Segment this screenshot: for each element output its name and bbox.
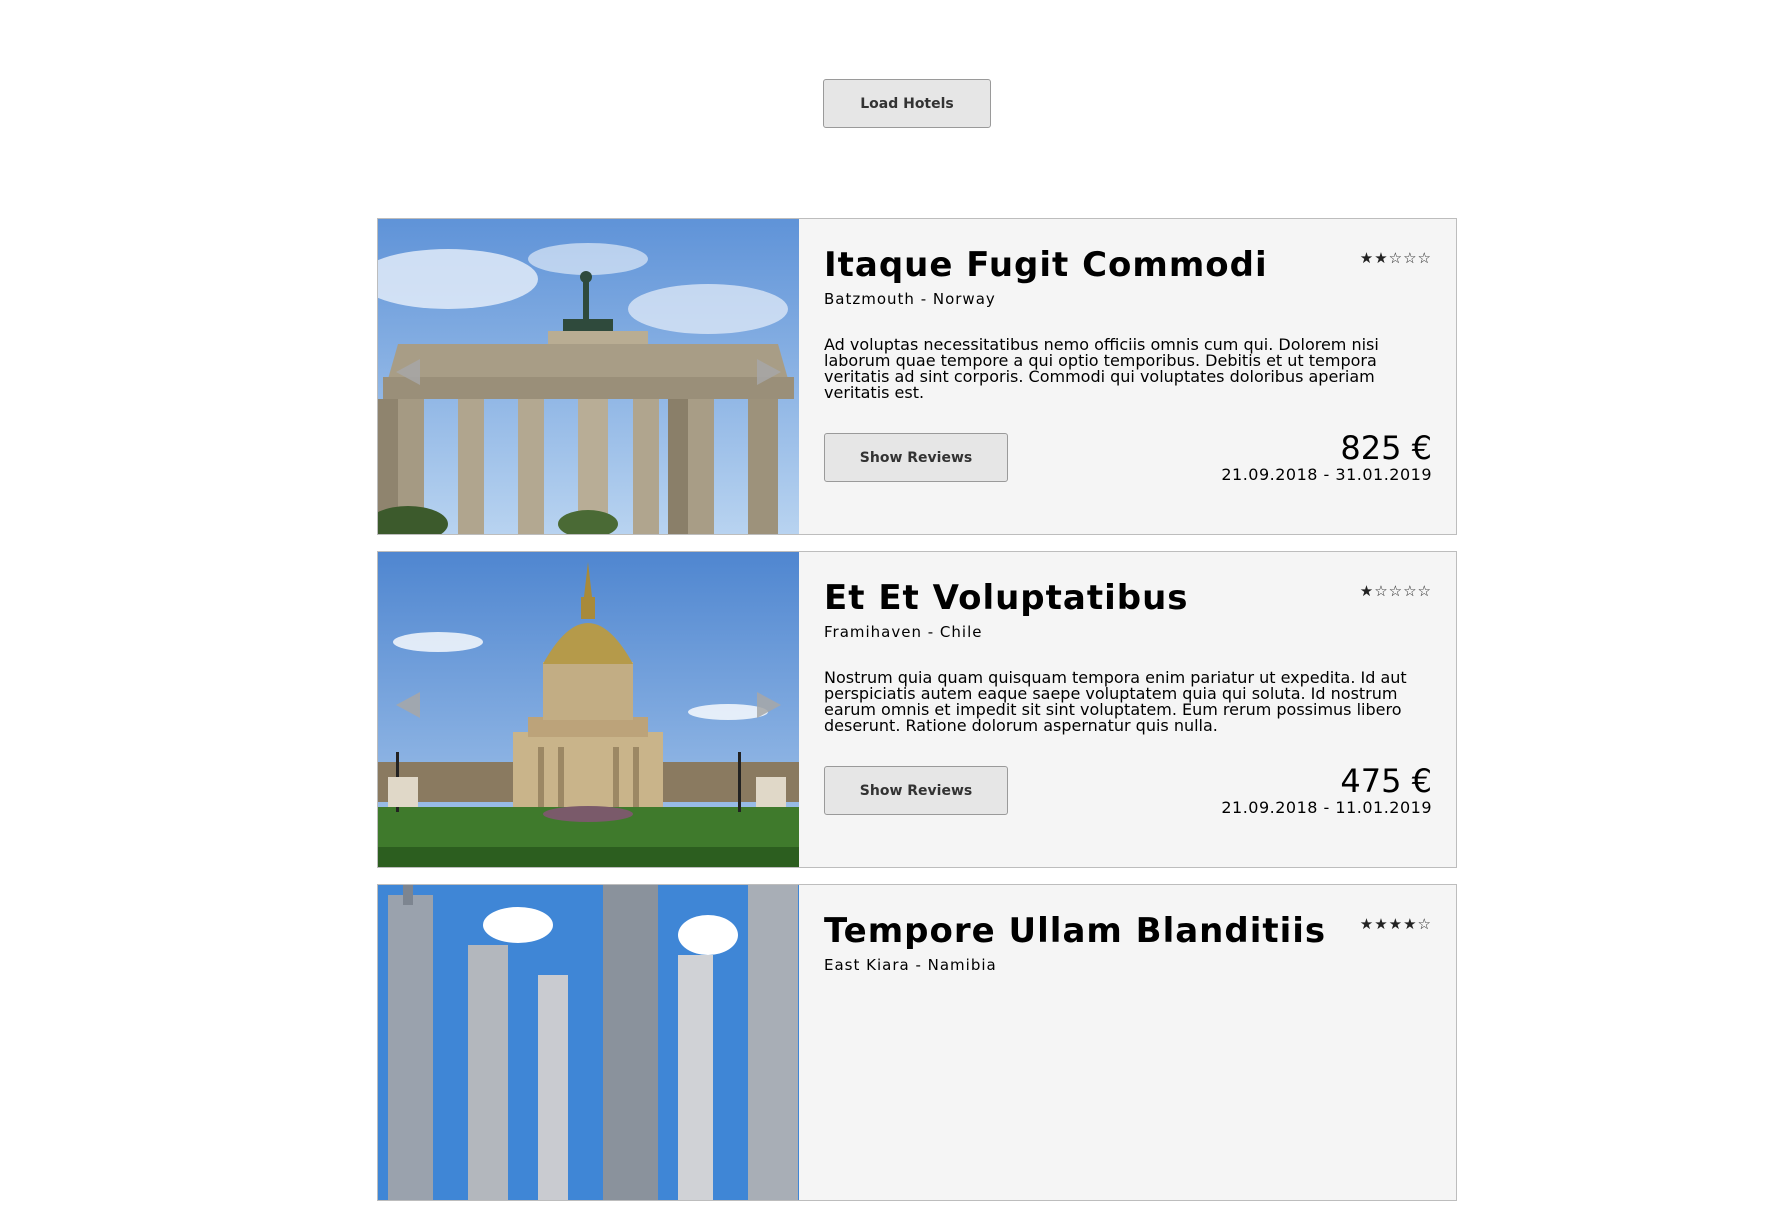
hotel-name: Itaque Fugit Commodi [824,245,1268,285]
hotel-description: Nostrum quia quam quisquam tempora enim … [824,668,1407,735]
hotel-name: Et Et Voluptatibus [824,578,1189,618]
hotel-info: Itaque Fugit Commodi ★★☆☆☆ Batzmouth - N… [824,219,1432,534]
hotel-info: Et Et Voluptatibus ★☆☆☆☆ Framihaven - Ch… [824,552,1432,867]
hotel-info: Tempore Ullam Blanditiis ★★★★☆ East Kiar… [824,885,1432,1200]
hotel-location: Batzmouth - Norway [824,290,996,308]
hotel-card: Et Et Voluptatibus ★☆☆☆☆ Framihaven - Ch… [377,551,1457,868]
hotel-card: Itaque Fugit Commodi ★★☆☆☆ Batzmouth - N… [377,218,1457,535]
hotel-dates: 21.09.2018 - 11.01.2019 [1221,798,1432,817]
gate-photo [378,219,799,534]
show-reviews-button[interactable]: Show Reviews [824,766,1008,815]
hotel-image-gate [378,219,799,534]
hotel-image-skyline [378,885,799,1200]
star-rating: ★☆☆☆☆ [1359,582,1432,600]
skyline-photo [378,885,799,1200]
hotel-card: Tempore Ullam Blanditiis ★★★★☆ East Kiar… [377,884,1457,1201]
hotel-name: Tempore Ullam Blanditiis [824,911,1327,951]
star-rating: ★★☆☆☆ [1359,249,1432,267]
star-rating: ★★★★☆ [1359,915,1432,933]
dome-photo [378,552,799,867]
hotel-location: East Kiara - Namibia [824,956,997,974]
arrow-right-icon[interactable] [757,692,781,718]
show-reviews-button[interactable]: Show Reviews [824,433,1008,482]
hotel-description: Ad voluptas necessitatibus nemo officiis… [824,335,1379,402]
hotel-price: 475 € [1340,762,1432,800]
arrow-right-icon[interactable] [757,359,781,385]
hotel-list: Itaque Fugit Commodi ★★☆☆☆ Batzmouth - N… [377,218,1457,1217]
arrow-left-icon[interactable] [396,692,420,718]
hotel-image-dome [378,552,799,867]
hotel-location: Framihaven - Chile [824,623,983,641]
hotel-price: 825 € [1340,429,1432,467]
arrow-left-icon[interactable] [396,359,420,385]
load-hotels-button[interactable]: Load Hotels [823,79,991,128]
hotel-dates: 21.09.2018 - 31.01.2019 [1221,465,1432,484]
